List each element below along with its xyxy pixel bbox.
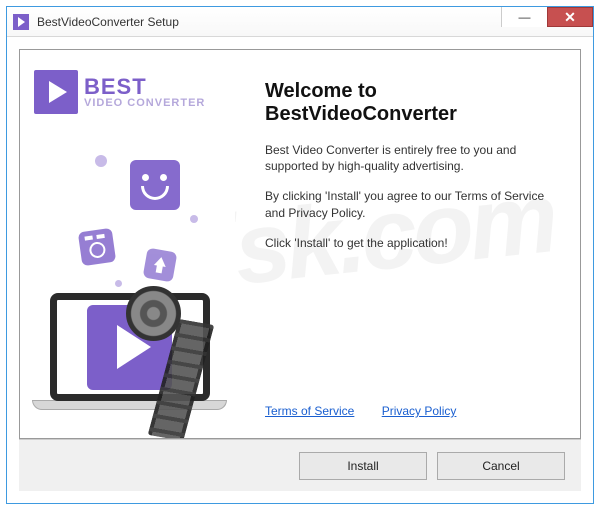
window-controls: — ✕ bbox=[501, 7, 593, 36]
intro-paragraph: Best Video Converter is entirely free to… bbox=[265, 142, 550, 174]
laptop-screen bbox=[50, 293, 210, 401]
minimize-button[interactable]: — bbox=[501, 7, 547, 27]
left-graphic-pane: BEST VIDEO CONVERTER bbox=[20, 50, 235, 438]
setup-window: BestVideoConverter Setup — ✕ PCrisk.com … bbox=[6, 6, 594, 504]
inner-panel: PCrisk.com BEST VIDEO CONVERTER bbox=[19, 49, 581, 439]
laptop-base bbox=[32, 400, 227, 410]
privacy-link[interactable]: Privacy Policy bbox=[382, 404, 457, 418]
window-title: BestVideoConverter Setup bbox=[37, 15, 501, 29]
decor-dot-icon bbox=[115, 280, 122, 287]
instruction-paragraph: Click 'Install' to get the application! bbox=[265, 235, 550, 251]
brand-text: BEST VIDEO CONVERTER bbox=[84, 76, 205, 109]
laptop-graphic bbox=[32, 293, 227, 428]
app-play-icon bbox=[13, 14, 29, 30]
content-area: PCrisk.com BEST VIDEO CONVERTER bbox=[7, 37, 593, 503]
brand-logo: BEST VIDEO CONVERTER bbox=[34, 70, 205, 114]
camera-icon bbox=[78, 228, 116, 266]
brand-line2: VIDEO CONVERTER bbox=[84, 98, 205, 109]
titlebar: BestVideoConverter Setup — ✕ bbox=[7, 7, 593, 37]
agreement-paragraph: By clicking 'Install' you agree to our T… bbox=[265, 188, 550, 220]
welcome-heading: Welcome to BestVideoConverter bbox=[265, 80, 550, 126]
cancel-button[interactable]: Cancel bbox=[437, 452, 565, 480]
film-reel-icon bbox=[126, 286, 181, 341]
install-button[interactable]: Install bbox=[299, 452, 427, 480]
footer-links: Terms of Service Privacy Policy bbox=[265, 398, 550, 428]
decor-dot-icon bbox=[190, 215, 198, 223]
brand-line1: BEST bbox=[84, 76, 205, 98]
decor-dot-icon bbox=[95, 155, 107, 167]
terms-link[interactable]: Terms of Service bbox=[265, 404, 354, 418]
close-button[interactable]: ✕ bbox=[547, 7, 593, 27]
smiley-icon bbox=[130, 160, 180, 210]
right-text-pane: Welcome to BestVideoConverter Best Video… bbox=[235, 50, 580, 438]
brand-play-icon bbox=[34, 70, 78, 114]
upload-icon bbox=[143, 248, 178, 283]
button-bar: Install Cancel bbox=[19, 439, 581, 491]
